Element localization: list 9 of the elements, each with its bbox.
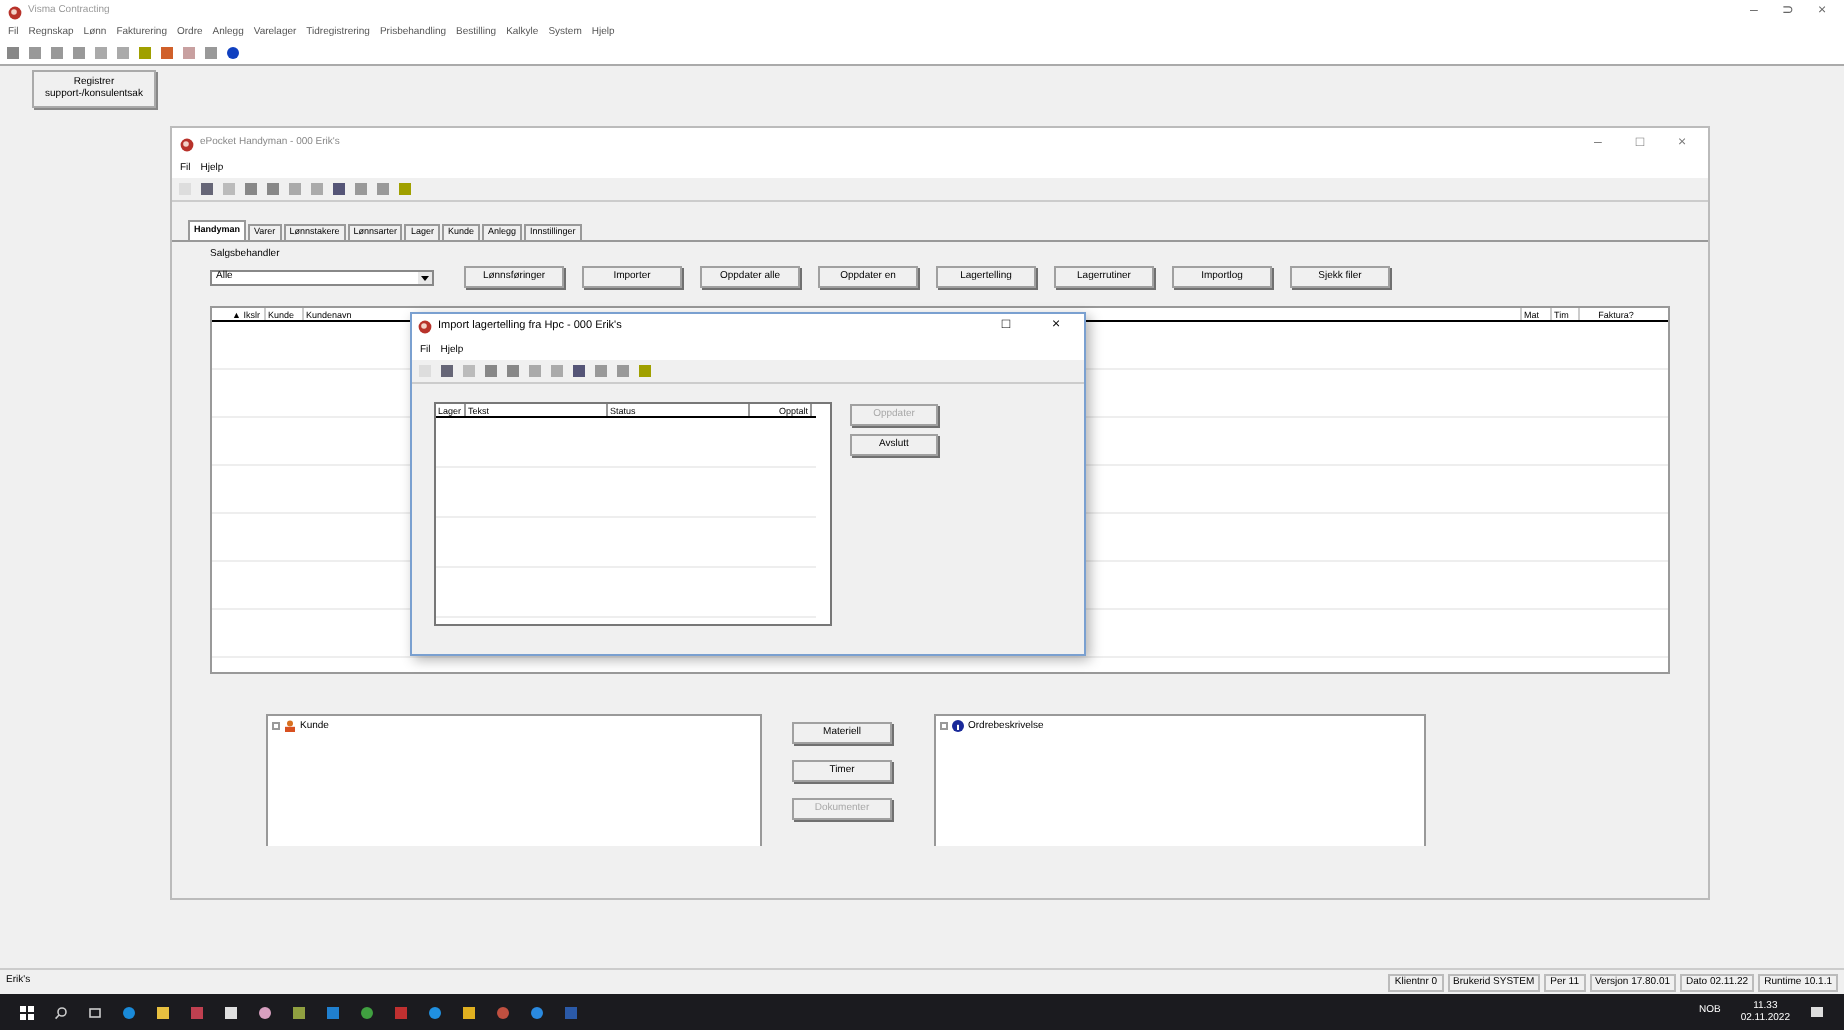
windows-start-icon[interactable]: [20, 1005, 34, 1019]
expand-icon[interactable]: [940, 722, 948, 730]
app-logo-icon: [418, 320, 432, 334]
task-view-icon[interactable]: [88, 1005, 102, 1019]
app-logo-icon: [8, 5, 22, 19]
dropdown-arrow-icon: [418, 271, 432, 283]
app-logo-icon: [180, 137, 194, 151]
search-icon[interactable]: [54, 1005, 68, 1019]
expand-icon[interactable]: [272, 722, 280, 730]
